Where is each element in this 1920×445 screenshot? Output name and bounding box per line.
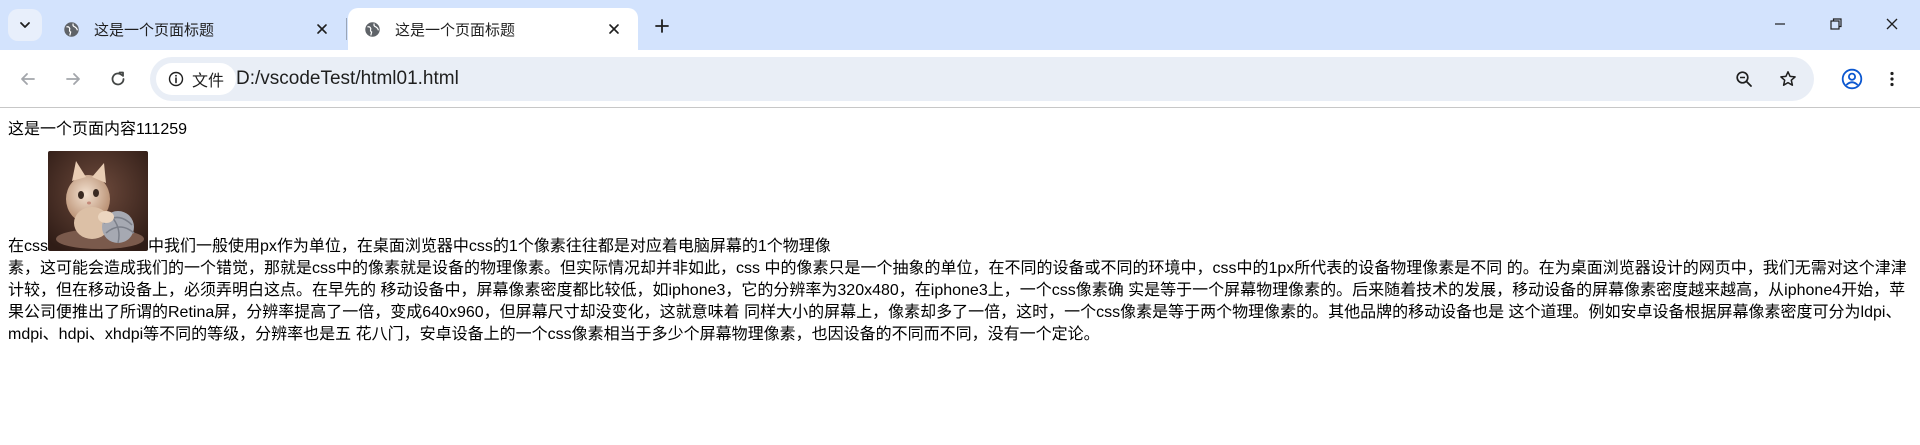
chevron-down-icon (20, 22, 30, 28)
forward-button[interactable] (57, 63, 89, 95)
close-icon (1886, 18, 1898, 30)
browser-chrome: 这是一个页面标题 这是一个页面标题 文件 D:/vscodeTest/html0… (0, 0, 1920, 108)
close-window-button[interactable] (1864, 0, 1920, 48)
star-icon (1780, 71, 1796, 86)
bookmark-button[interactable] (1772, 63, 1804, 95)
back-button[interactable] (12, 63, 44, 95)
reload-icon (111, 71, 125, 86)
reload-button[interactable] (102, 63, 134, 95)
close-tab-icon[interactable] (604, 19, 624, 39)
page-content: 这是一个页面内容111259 在css 中我们一般使用px作为单位，在桌面浏览器… (0, 108, 1920, 445)
security-label: 文件 (192, 73, 225, 90)
tab-strip: 这是一个页面标题 这是一个页面标题 (0, 0, 1920, 50)
url-text[interactable]: D:/vscodeTest/html01.html (236, 57, 459, 101)
menu-button[interactable] (1876, 63, 1908, 95)
kitten-image (48, 151, 149, 251)
close-tab-icon[interactable] (312, 19, 332, 39)
account-icon (1841, 68, 1863, 90)
globe-icon (64, 21, 79, 37)
zoom-button[interactable] (1728, 63, 1760, 95)
tab-title: 这是一个页面标题 (94, 21, 215, 39)
tab-search-button[interactable] (8, 9, 42, 41)
browser-toolbar: 文件 D:/vscodeTest/html01.html (0, 50, 1920, 108)
new-tab-button[interactable] (648, 12, 676, 40)
globe-icon (365, 21, 380, 37)
site-info-chip[interactable]: 文件 (156, 63, 237, 95)
paragraph-continuation: 中我们一般使用px作为单位，在桌面浏览器中css的1个像素往往都是对应着电脑屏幕… (148, 238, 831, 255)
paragraph-rest: 素，这可能会造成我们的一个错觉，那就是css中的像素就是设备的物理像素。但实际情… (8, 260, 1907, 343)
profile-button[interactable] (1836, 63, 1868, 95)
tab-title: 这是一个页面标题 (395, 21, 516, 39)
arrow-right-icon (66, 73, 80, 85)
article-paragraph: 在css 中我们一般使用px作为单位，在桌面浏览器中css的1个像素往往都是对应… (8, 151, 1912, 346)
tab-active[interactable]: 这是一个页面标题 (348, 8, 638, 50)
info-icon (168, 71, 184, 87)
minimize-icon (1775, 23, 1785, 25)
zoom-out-icon (1736, 71, 1752, 87)
paragraph-prefix: 在css (8, 238, 49, 255)
restore-button[interactable] (1808, 0, 1864, 48)
tab-inactive[interactable]: 这是一个页面标题 (47, 8, 347, 50)
arrow-left-icon (21, 73, 35, 85)
plus-icon (655, 19, 669, 33)
minimize-button[interactable] (1752, 0, 1808, 48)
restore-icon (1830, 18, 1842, 30)
address-bar[interactable]: 文件 D:/vscodeTest/html01.html (150, 57, 1814, 101)
page-heading: 这是一个页面内容111259 (8, 121, 188, 138)
more-vert-icon (1890, 71, 1894, 87)
